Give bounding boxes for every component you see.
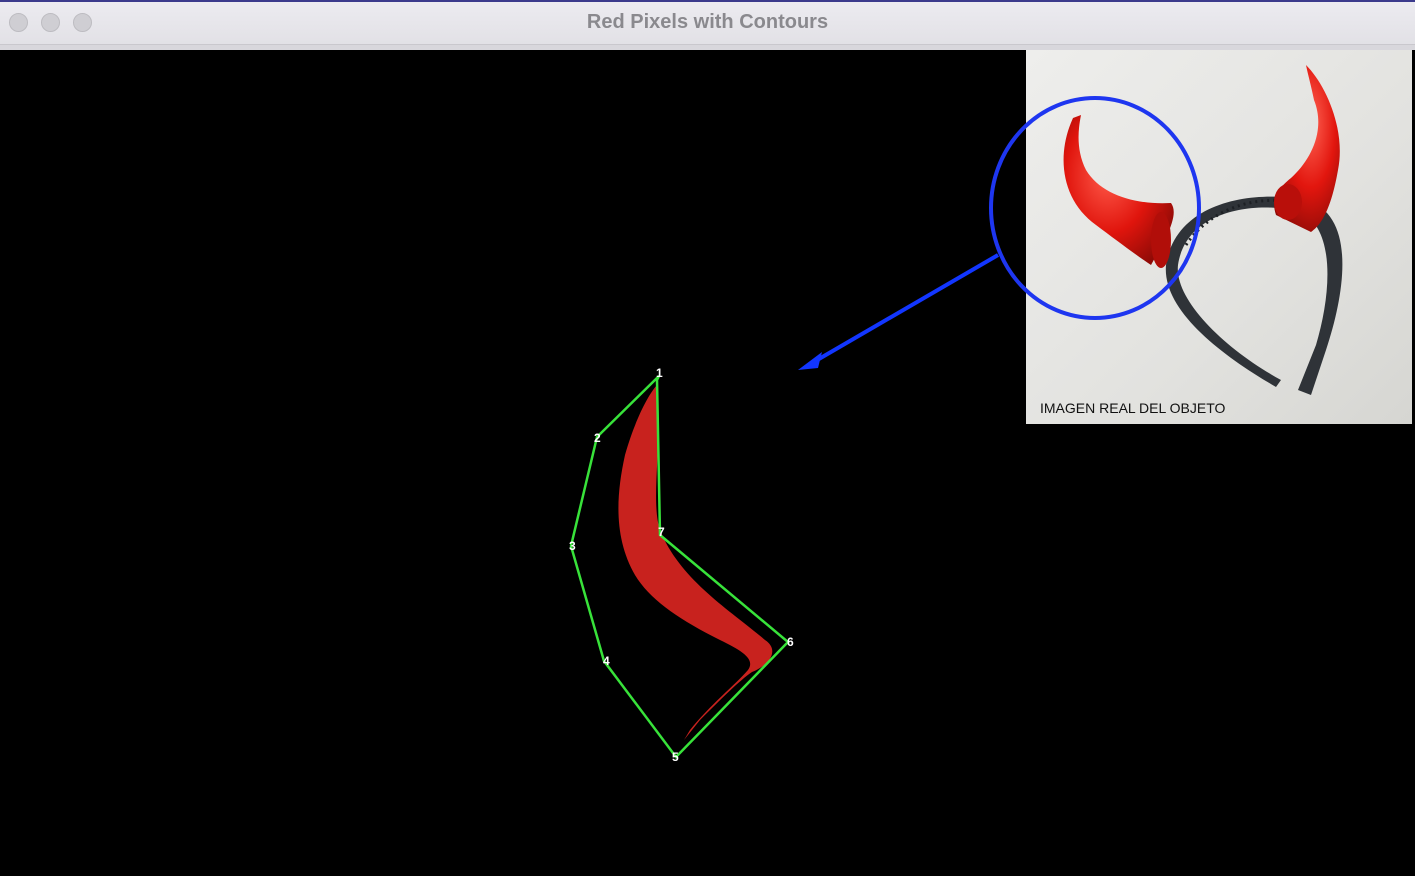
vertex-label-7: 7 [658,525,665,539]
highlight-circle [989,96,1201,320]
vertex-label-5: 5 [672,750,679,764]
pointer-arrow-head [798,352,822,370]
vertex-label-4: 4 [603,654,610,668]
pointer-arrow-line [810,253,1000,365]
app-window: Red Pixels with Contours IMAGEN REAL DEL… [0,0,1415,876]
vertex-label-2: 2 [594,431,601,445]
red-pixel-region [618,385,773,740]
contour-overlay: 1 2 3 4 5 6 7 [569,96,1201,764]
vertex-label-1: 1 [656,366,663,380]
vertex-label-3: 3 [569,539,576,553]
vertex-label-6: 6 [787,635,794,649]
